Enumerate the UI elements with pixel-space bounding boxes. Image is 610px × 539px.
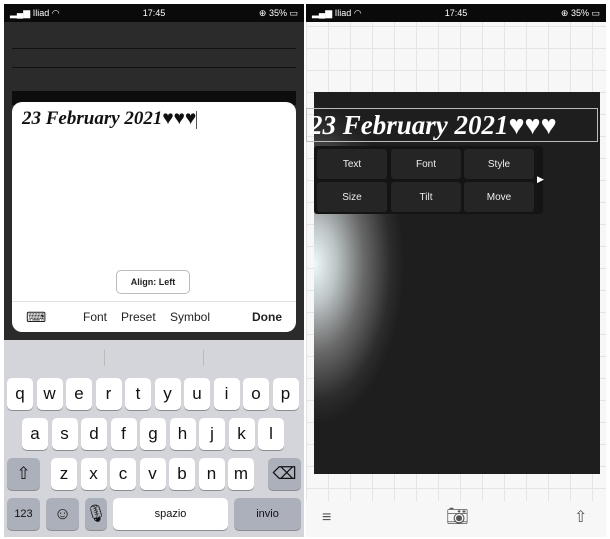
key-l[interactable]: l — [258, 418, 284, 450]
menu-style[interactable]: Style — [464, 149, 534, 179]
text-editor-sheet: 23 February 2021♥♥♥ Align: Left ⌨ Font P… — [12, 102, 296, 332]
key-t[interactable]: t — [125, 378, 151, 410]
camera-icon[interactable]: 📷︎ — [446, 506, 469, 527]
carrier: ▂▄▆ Iliad ◠ — [312, 7, 362, 18]
status-bar: ▂▄▆ Iliad ◠ 17:45 ⊕ 35% ▭ — [4, 4, 304, 22]
key-q[interactable]: q — [7, 378, 33, 410]
key-i[interactable]: i — [213, 378, 240, 410]
key-z[interactable]: z — [51, 458, 77, 490]
shift-key[interactable]: ⇧ — [7, 458, 40, 490]
key-g[interactable]: g — [140, 418, 166, 450]
keyboard-icon[interactable]: ⌨ — [26, 309, 46, 326]
key-n[interactable]: n — [198, 458, 225, 490]
bottom-toolbar: ≡ 📷︎ ⇧ — [306, 501, 606, 537]
right-screen: ▂▄▆ Iliad ◠ 17:45 ⊕ 35% ▭ 23 February 20… — [306, 4, 606, 537]
battery: ⊕ 35% ▭ — [560, 7, 600, 18]
key-p[interactable]: p — [272, 378, 299, 410]
key-v[interactable]: v — [139, 458, 166, 490]
key-w[interactable]: w — [36, 378, 63, 410]
key-j[interactable]: j — [199, 418, 225, 450]
menu-icon[interactable]: ≡ — [322, 509, 331, 527]
space-key[interactable]: spazio — [113, 498, 228, 530]
key-m[interactable]: m — [228, 458, 254, 490]
canvas-text[interactable]: 23 February 2021♥♥♥ — [306, 108, 598, 142]
key-c[interactable]: c — [110, 458, 136, 490]
divider — [12, 48, 296, 49]
emoji-key[interactable]: ☺ — [46, 498, 79, 530]
key-o[interactable]: o — [243, 378, 269, 410]
menu-tilt[interactable]: Tilt — [391, 182, 461, 212]
wifi-icon: ◠ — [51, 7, 60, 18]
key-x[interactable]: x — [80, 458, 107, 490]
wifi-icon: ◠ — [353, 7, 362, 18]
microphone-key[interactable]: 🎙︎ — [85, 498, 107, 530]
divider — [12, 67, 296, 68]
align-button[interactable]: Align: Left — [116, 270, 190, 294]
keyboard: q w e r t y u i o p a s d f g h j k l ⇧ z x c v b n m ⌫ 123 ☺ 🎙︎ spazio… — [4, 340, 304, 537]
key-u[interactable]: u — [184, 378, 210, 410]
left-screen: ▂▄▆ Iliad ◠ 17:45 ⊕ 35% ▭ 23 February 20… — [4, 4, 304, 537]
return-key[interactable]: invio — [234, 498, 301, 530]
status-bar: ▂▄▆ Iliad ◠ 17:45 ⊕ 35% ▭ — [306, 4, 606, 22]
menu-size[interactable]: Size — [317, 182, 387, 212]
preset-button[interactable]: Preset — [121, 310, 156, 324]
key-y[interactable]: y — [154, 378, 181, 410]
key-h[interactable]: h — [169, 418, 196, 450]
battery: ⊕ 35% ▭ — [258, 7, 298, 18]
backspace-key[interactable]: ⌫ — [268, 458, 301, 490]
key-d[interactable]: d — [81, 418, 107, 450]
more-arrow-icon[interactable]: ▶ — [537, 174, 544, 185]
font-button[interactable]: Font — [83, 310, 107, 324]
key-r[interactable]: r — [95, 378, 122, 410]
menu-font[interactable]: Font — [391, 149, 461, 179]
editor-toolbar: ⌨ Font Preset Symbol Done — [12, 301, 296, 332]
menu-text[interactable]: Text — [317, 149, 387, 179]
text-input[interactable]: 23 February 2021♥♥♥ — [22, 108, 198, 130]
key-s[interactable]: s — [51, 418, 78, 450]
carrier: ▂▄▆ Iliad ◠ — [10, 7, 60, 18]
key-b[interactable]: b — [169, 458, 195, 490]
done-button[interactable]: Done — [252, 310, 282, 324]
key-f[interactable]: f — [110, 418, 137, 450]
menu-move[interactable]: Move — [464, 182, 534, 212]
key-e[interactable]: e — [66, 378, 92, 410]
symbol-button[interactable]: Symbol — [170, 310, 210, 324]
key-a[interactable]: a — [22, 418, 48, 450]
key-k[interactable]: k — [228, 418, 255, 450]
numbers-key[interactable]: 123 — [7, 498, 40, 530]
share-icon[interactable]: ⇧ — [574, 507, 587, 527]
edit-menu: Text Font Style Size Tilt Move ▶ — [314, 146, 544, 214]
